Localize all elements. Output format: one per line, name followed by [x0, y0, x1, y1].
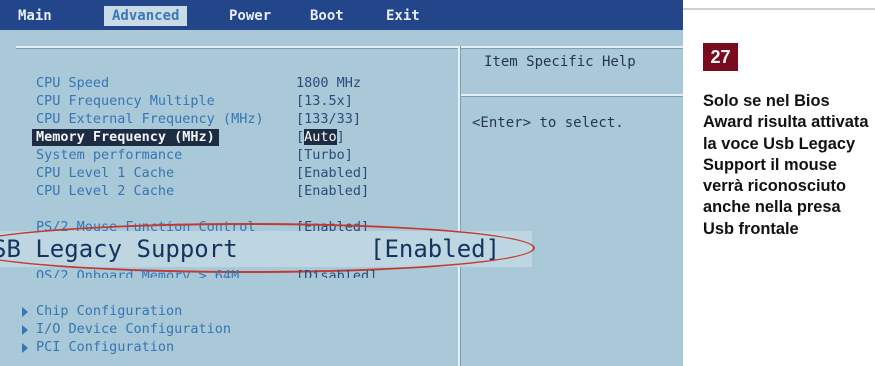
setting-value-os2-memory-partial[interactable]: [Disabled] — [296, 268, 377, 278]
submenu-arrow-icon — [22, 307, 28, 317]
setting-value-cpu-level1-cache[interactable]: [Enabled] — [296, 165, 369, 182]
submenu-arrow-icon — [22, 325, 28, 335]
submenu-io-device-configuration[interactable]: I/O Device Configuration — [36, 321, 231, 338]
bios-menu-bar: Main Advanced Power Boot Exit — [0, 0, 683, 30]
setting-value-cpu-external-frequency[interactable]: [133/33] — [296, 111, 361, 128]
setting-label-cpu-external-frequency[interactable]: CPU External Frequency (MHz) — [36, 111, 264, 128]
menu-tab-exit[interactable]: Exit — [386, 6, 420, 26]
setting-label-memory-frequency[interactable]: Memory Frequency (MHz) — [32, 129, 219, 146]
setting-label-system-performance[interactable]: System performance — [36, 147, 182, 164]
help-header-border-shadow — [461, 96, 683, 97]
value-cursor[interactable]: Auto — [304, 129, 337, 145]
help-text: <Enter> to select. — [472, 115, 624, 131]
menu-tab-power[interactable]: Power — [229, 6, 271, 26]
figure-caption: Solo se nel Bios Award risulta attivata … — [703, 92, 869, 238]
menu-tab-main[interactable]: Main — [18, 6, 52, 26]
figure-number-badge: 27 — [703, 43, 738, 71]
submenu-chip-configuration[interactable]: Chip Configuration — [36, 303, 182, 320]
figure-top-rule — [683, 8, 875, 10]
setting-label-cpu-multiple[interactable]: CPU Frequency Multiple — [36, 93, 215, 110]
setting-label-cpu-speed[interactable]: CPU Speed — [36, 75, 109, 92]
submenu-arrow-icon — [22, 343, 28, 353]
bios-screen: Main Advanced Power Boot Exit Item Speci… — [0, 0, 683, 366]
value-bracket-open: [ — [296, 129, 305, 145]
menu-tab-advanced[interactable]: Advanced — [104, 6, 188, 26]
submenu-pci-configuration[interactable]: PCI Configuration — [36, 339, 174, 356]
setting-value-cpu-speed: 1800 MHz — [296, 75, 362, 91]
setting-value-system-performance[interactable]: [Turbo] — [296, 147, 353, 164]
help-title: Item Specific Help — [484, 54, 636, 70]
panel-border-top-shadow — [16, 48, 683, 49]
setting-value-cpu-multiple[interactable]: [13.5x] — [296, 93, 353, 110]
setting-label-cpu-level2-cache[interactable]: CPU Level 2 Cache — [36, 183, 174, 200]
setting-value-cpu-level2-cache[interactable]: [Enabled] — [296, 183, 369, 200]
setting-label-os2-memory-partial[interactable]: OS/2 Onboard Memory > 64M — [36, 268, 239, 278]
menu-tab-boot[interactable]: Boot — [310, 6, 344, 26]
value-bracket-close: ] — [336, 129, 345, 145]
setting-value-memory-frequency[interactable]: [Auto] — [296, 129, 345, 146]
setting-label-cpu-level1-cache[interactable]: CPU Level 1 Cache — [36, 165, 174, 182]
